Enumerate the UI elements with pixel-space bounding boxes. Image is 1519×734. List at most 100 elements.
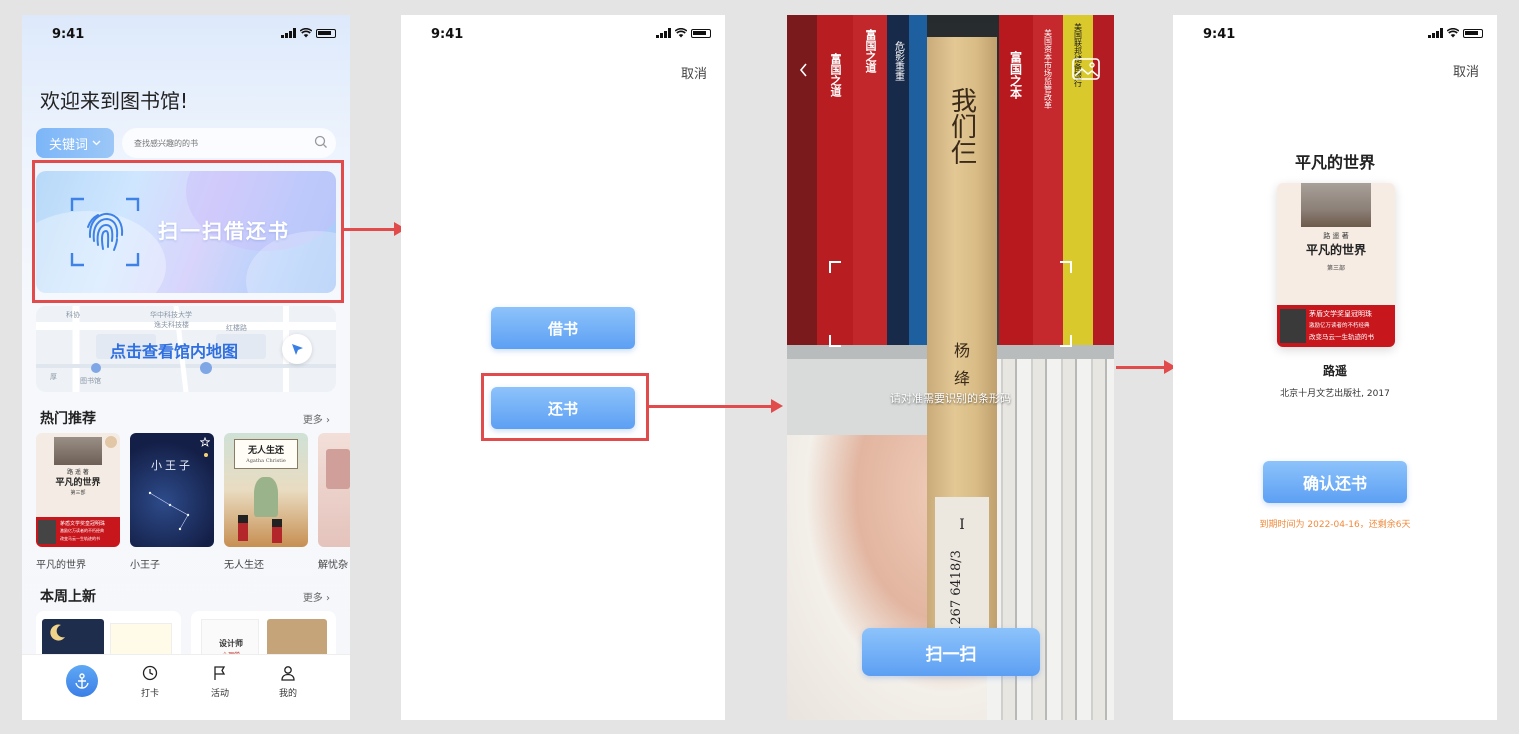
held-book-author: 杨 (953, 341, 970, 360)
signal-icon (1428, 28, 1443, 38)
new-more-link[interactable]: 更多 › (303, 589, 330, 604)
tab-label: 我的 (278, 689, 297, 699)
book-cover-xiaowangzi[interactable]: 小王子 (130, 433, 214, 547)
home-screen: 9:41 欢迎来到图书馆! 关键词 查找感兴趣的的书 扫一扫借还书 科协 华中科… (22, 15, 350, 720)
signal-icon (281, 28, 296, 38)
highlight-box (32, 160, 344, 303)
back-icon[interactable] (799, 63, 809, 77)
cover-accent (326, 449, 350, 489)
keyword-dropdown-button[interactable]: 关键词 (36, 128, 114, 158)
flag-icon (214, 666, 226, 680)
clock-icon (142, 665, 158, 681)
book-cover-wurenshenghuan[interactable]: 无人生还 Agatha Christie (224, 433, 308, 547)
welcome-title: 欢迎来到图书馆! (40, 89, 189, 113)
cover-tag: 改变马云一生轨迹的书 (1309, 333, 1374, 341)
book-name: 平凡的世界 (36, 560, 86, 571)
cover-tag: 激励亿万读者的不朽经典 (1309, 323, 1370, 329)
confirm-return-button[interactable]: 确认还书 (1263, 461, 1407, 503)
map-label: 逸夫科技楼 (154, 321, 189, 329)
scan-hint-text: 请对准需要识别的条形码 (890, 392, 1011, 405)
tab-label: 活动 (210, 689, 229, 699)
cover-soldier (238, 515, 248, 541)
hot-book-list: 路 遥 著 平凡的世界 第三部 茅盾文学奖皇冠明珠 激励亿万读者的不朽经典 改变… (36, 433, 350, 573)
tab-profile[interactable]: 我的 (268, 665, 308, 699)
held-book-label: I 1267 6418/3 (935, 497, 989, 637)
book-name: 解忧杂 (318, 560, 348, 571)
scan-button[interactable]: 扫一扫 (862, 628, 1040, 676)
cover-red-band: 茅盾文学奖皇冠明珠 激励亿万读者的不朽经典 改变马云一生轨迹的书 (36, 517, 120, 547)
book-cover-pingfan[interactable]: 路 遥 著 平凡的世界 第三部 茅盾文学奖皇冠明珠 激励亿万读者的不朽经典 改变… (36, 433, 120, 547)
tab-label: 打卡 (140, 689, 159, 699)
book-spine: 富国之道 (817, 15, 853, 345)
constellation-icon (148, 453, 208, 531)
status-icons (281, 28, 336, 38)
cover-title-box: 无人生还 Agatha Christie (234, 439, 298, 469)
book-cover-jieyou[interactable] (318, 433, 350, 547)
scan-frame-corner (829, 335, 841, 347)
cover-subtitle: Agatha Christie (246, 458, 286, 464)
cover-portrait (38, 520, 56, 544)
search-icon[interactable] (314, 135, 328, 149)
search-box[interactable] (122, 128, 336, 158)
spine-text: 美国联邦储备银行 (1073, 23, 1083, 87)
highlight-box (481, 373, 649, 441)
tab-activity[interactable]: 活动 (200, 665, 240, 699)
scan-frame-corner (1060, 261, 1072, 273)
book-spine: 富国之本 (999, 15, 1033, 345)
due-date-notice: 到期时间为 2022-04-16，还剩余6天 (1259, 520, 1411, 530)
bottom-tab-bar: 打卡 活动 我的 (22, 654, 350, 720)
borrow-button[interactable]: 借书 (491, 307, 635, 349)
battery-icon (691, 28, 711, 38)
hot-more-link[interactable]: 更多 › (303, 411, 330, 426)
map-label: 华中科技大学 (150, 311, 192, 319)
cover-tag: 激励亿万读者的不朽经典 (60, 528, 104, 533)
tab-checkin[interactable]: 打卡 (130, 665, 170, 699)
cover-author: 路 遥 著 (1323, 232, 1349, 240)
status-icons (656, 28, 711, 38)
cover-photo (54, 437, 102, 465)
book-spine: 美国资本市场监管改革 (1033, 15, 1063, 345)
cover-soldier (272, 519, 282, 543)
status-icons (1428, 28, 1483, 38)
anchor-icon (75, 673, 89, 689)
map-label: 图书馆 (80, 377, 101, 385)
library-map-card[interactable]: 科协 华中科技大学 逸夫科技楼 红楼路 图书馆 厚 点击查看馆内地图 (36, 306, 336, 392)
star-icon (200, 437, 210, 447)
status-time: 9:41 (431, 27, 464, 42)
held-book-volume: I (959, 517, 965, 533)
card-cover-text: 设计师 (219, 639, 243, 648)
wifi-icon (1447, 28, 1459, 38)
more-label: 更多 (302, 415, 323, 426)
book-name: 小王子 (130, 560, 160, 571)
confirm-return-screen: 9:41 取消 平凡的世界 路 遥 著 平凡的世界 第三部 茅盾文学奖皇冠明珠 … (1173, 15, 1497, 720)
cover-tag: 改变马云一生轨迹的书 (60, 536, 100, 541)
keyword-label: 关键词 (48, 137, 88, 153)
user-icon (281, 666, 295, 681)
cover-tag: 茅盾文学奖皇冠明珠 (1309, 310, 1372, 318)
map-label: 红楼路 (226, 324, 247, 332)
spine-text: 危影重重 (892, 41, 904, 81)
tab-home[interactable] (66, 665, 98, 697)
search-row: 关键词 (36, 128, 336, 158)
cancel-button[interactable]: 取消 (1453, 61, 1479, 80)
cover-tag: 茅盾文学奖皇冠明珠 (60, 521, 106, 527)
gallery-icon[interactable] (1072, 58, 1100, 80)
spine-text: 富国之道 (829, 53, 842, 97)
status-time: 9:41 (1203, 27, 1236, 42)
held-book-title: 我们仨 (946, 87, 977, 165)
book-cover: 路 遥 著 平凡的世界 第三部 茅盾文学奖皇冠明珠 激励亿万读者的不朽经典 改变… (1277, 183, 1395, 347)
wifi-icon (675, 28, 687, 38)
navigate-button[interactable] (282, 334, 312, 364)
book-title: 平凡的世界 (1294, 153, 1375, 172)
moon-icon (50, 624, 65, 641)
cancel-button[interactable]: 取消 (681, 63, 707, 82)
cover-title: 平凡的世界 (1305, 243, 1366, 257)
barcode-scan-screen: 富国之道 富国之道 危影重重 富国之本 美国资本市场监管改革 美国联邦储备银行 … (787, 15, 1114, 720)
map-label: 厚 (50, 373, 57, 381)
new-section-title: 本周上新 (40, 589, 96, 605)
spine-text: 富国之道 (864, 29, 877, 73)
search-input[interactable] (122, 128, 292, 158)
hot-section-title: 热门推荐 (40, 411, 96, 427)
book-name: 无人生还 (224, 560, 264, 571)
book-spine: 危影重重 (887, 15, 909, 345)
